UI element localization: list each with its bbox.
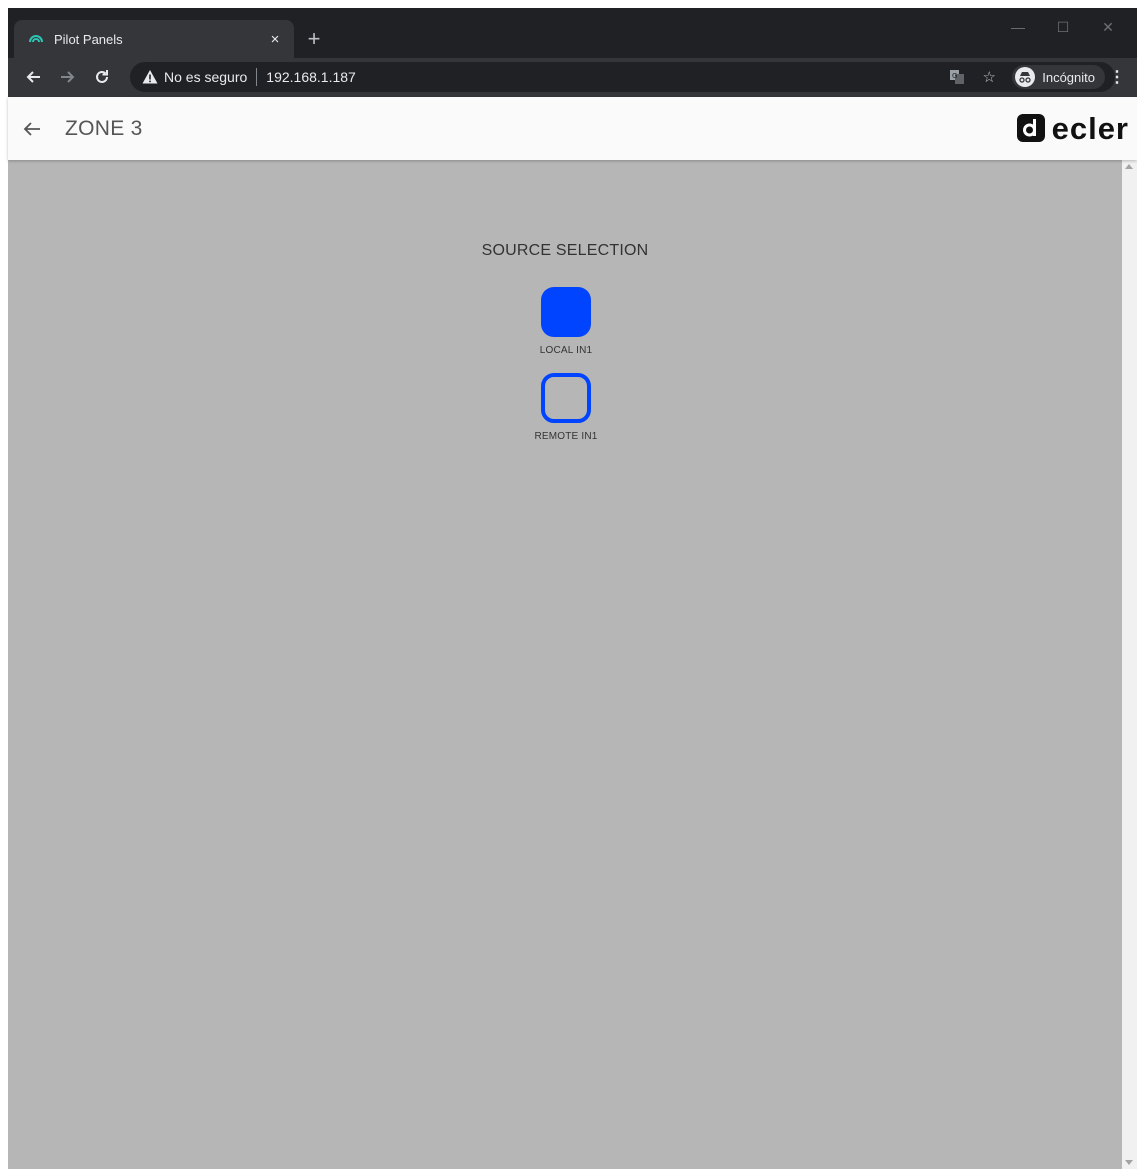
incognito-icon bbox=[1015, 67, 1036, 87]
browser-window: Pilot Panels × + — ☐ ✕ No es seguro 192.… bbox=[8, 8, 1137, 97]
address-bar-actions: G ☆ Incógnito bbox=[948, 65, 1105, 89]
source-button-local-in1[interactable] bbox=[541, 287, 591, 337]
back-arrow-icon[interactable] bbox=[20, 117, 44, 141]
reload-icon[interactable] bbox=[89, 64, 115, 90]
new-tab-button[interactable]: + bbox=[301, 26, 327, 52]
security-status[interactable]: No es seguro bbox=[164, 69, 247, 85]
source-selection-title: SOURCE SELECTION bbox=[481, 242, 649, 259]
source-label: LOCAL IN1 bbox=[539, 345, 593, 356]
url-text[interactable]: 192.168.1.187 bbox=[266, 69, 356, 85]
source-option-remote-in1[interactable]: REMOTE IN1 bbox=[506, 373, 626, 442]
address-divider bbox=[256, 68, 258, 86]
main-content: SOURCE SELECTION LOCAL IN1 REMOTE IN1 bbox=[8, 160, 1122, 1169]
warning-icon[interactable] bbox=[142, 69, 158, 85]
ecler-logo-mark-icon bbox=[1016, 114, 1045, 142]
logo-text: ecler bbox=[1051, 110, 1129, 146]
browser-toolbar: No es seguro 192.168.1.187 G ☆ Incógnito… bbox=[8, 58, 1137, 97]
source-option-local-in1[interactable]: LOCAL IN1 bbox=[506, 287, 626, 356]
scroll-up-arrow-icon[interactable] bbox=[1125, 164, 1133, 169]
svg-text:G: G bbox=[952, 72, 957, 80]
page: ZONE 3 ecler SOURCE SELECTION LOCAL IN1 … bbox=[8, 97, 1137, 1169]
incognito-badge[interactable]: Incógnito bbox=[1012, 65, 1105, 89]
page-title: ZONE 3 bbox=[65, 117, 143, 140]
minimize-icon[interactable]: — bbox=[998, 14, 1038, 40]
forward-icon[interactable] bbox=[55, 64, 81, 90]
tab-title: Pilot Panels bbox=[54, 31, 123, 47]
scroll-down-arrow-icon[interactable] bbox=[1125, 1160, 1133, 1165]
ecler-logo: ecler bbox=[1016, 110, 1129, 146]
incognito-label: Incógnito bbox=[1042, 69, 1095, 85]
maximize-icon[interactable]: ☐ bbox=[1043, 14, 1083, 40]
browser-menu-icon[interactable]: ⋮ bbox=[1107, 64, 1127, 90]
tab-close-icon[interactable]: × bbox=[266, 30, 284, 48]
pilot-panels-favicon-icon bbox=[28, 33, 44, 45]
close-window-icon[interactable]: ✕ bbox=[1088, 14, 1128, 40]
source-button-remote-in1[interactable] bbox=[541, 373, 591, 423]
address-bar[interactable]: No es seguro 192.168.1.187 G ☆ Incógnito bbox=[130, 62, 1115, 92]
browser-tab[interactable]: Pilot Panels × bbox=[14, 20, 294, 58]
back-icon[interactable] bbox=[20, 64, 46, 90]
source-label: REMOTE IN1 bbox=[534, 431, 598, 442]
page-scrollbar[interactable] bbox=[1122, 160, 1137, 1169]
tab-strip: Pilot Panels × + — ☐ ✕ bbox=[8, 8, 1137, 58]
app-header: ZONE 3 ecler bbox=[8, 97, 1137, 160]
bookmark-star-icon[interactable]: ☆ bbox=[980, 68, 998, 86]
translate-icon[interactable]: G bbox=[948, 68, 966, 86]
